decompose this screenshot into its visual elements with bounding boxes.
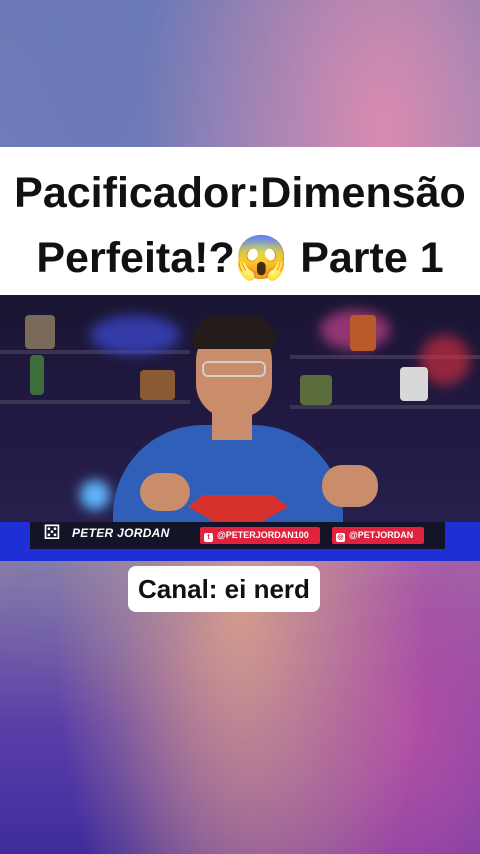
video-title-line-2: Perfeita!?😱 Parte 1 (36, 234, 444, 282)
shelf (290, 405, 480, 409)
glasses (202, 361, 266, 377)
channel-caption: Canal: ei nerd (128, 566, 320, 612)
neon-glow (90, 315, 180, 355)
channel-name: PETER JORDAN (72, 526, 170, 540)
collectible-figure (300, 375, 332, 405)
presenter-right-hand (322, 465, 378, 507)
collectible-figure (140, 370, 175, 400)
instagram-icon: ◎ (336, 533, 345, 542)
collectible-figure (400, 367, 428, 401)
shelf (0, 400, 190, 404)
twitter-handle: @PETERJORDAN100 (217, 530, 309, 540)
video-title-line-1: Pacificador:Dimensão (14, 169, 466, 217)
presenter-hair (192, 315, 276, 349)
instagram-handle-badge: ◎ @PETJORDAN (332, 527, 424, 544)
instagram-handle: @PETJORDAN (349, 530, 414, 540)
collectible-figure (30, 355, 44, 395)
collectible-figure (350, 315, 376, 351)
presenter-left-hand (140, 473, 190, 511)
neon-glow (80, 480, 110, 510)
twitter-handle-badge: t @PETERJORDAN100 (200, 527, 320, 544)
twitter-icon: t (204, 533, 213, 542)
dice-icon: ⚄ (43, 522, 61, 544)
collectible-figure (25, 315, 55, 349)
